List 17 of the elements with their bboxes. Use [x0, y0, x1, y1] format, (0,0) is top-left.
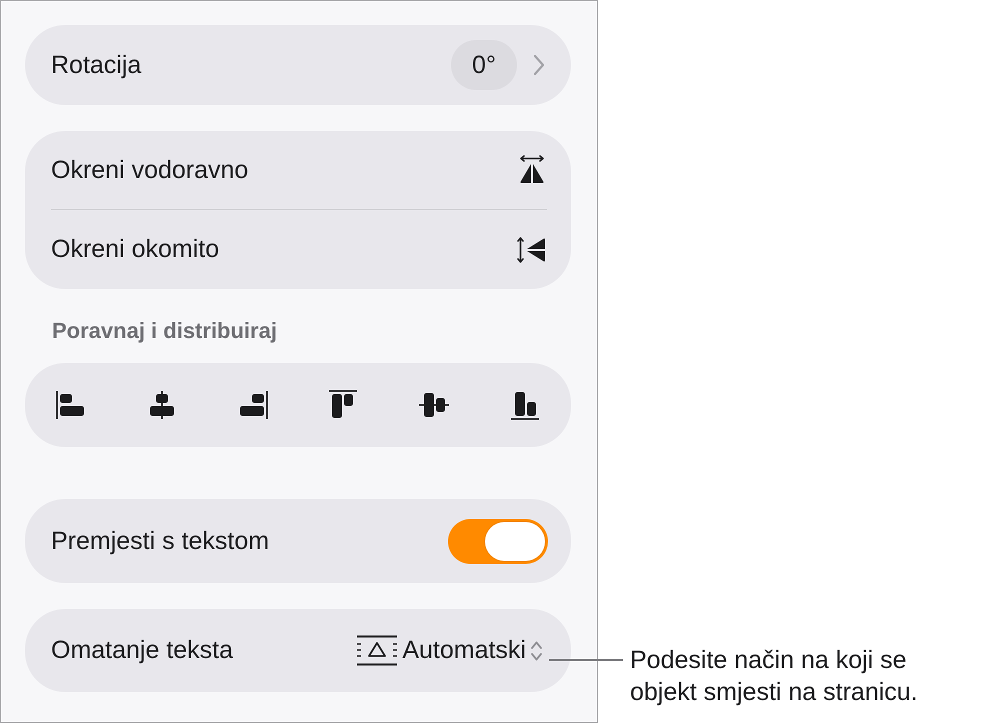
move-with-text-label: Premjesti s tekstom — [51, 526, 270, 556]
up-down-chevron-icon — [530, 640, 543, 662]
section-header: Poravnaj i distribuiraj — [52, 318, 278, 344]
text-wrap-icon — [356, 635, 398, 666]
align-bottom-icon — [508, 389, 541, 421]
flip-vertical-row[interactable]: Okreni okomito — [51, 210, 547, 289]
align-top-icon — [327, 389, 360, 421]
rotation-value[interactable]: 0° — [451, 40, 517, 90]
flip-horizontal-row[interactable]: Okreni vodoravno — [51, 131, 547, 209]
flip-vertical-icon — [517, 234, 547, 264]
rotation-label: Rotacija — [51, 50, 142, 80]
align-left-icon — [55, 389, 87, 421]
chevron-right-icon — [533, 54, 545, 76]
text-wrap-popup[interactable]: Automatski — [356, 635, 543, 666]
toggle-switch[interactable] — [448, 518, 548, 564]
text-wrap-label: Omatanje teksta — [51, 636, 234, 665]
callout-text: Podesite način na koji se objekt smjesti na stranicu. — [630, 645, 919, 708]
